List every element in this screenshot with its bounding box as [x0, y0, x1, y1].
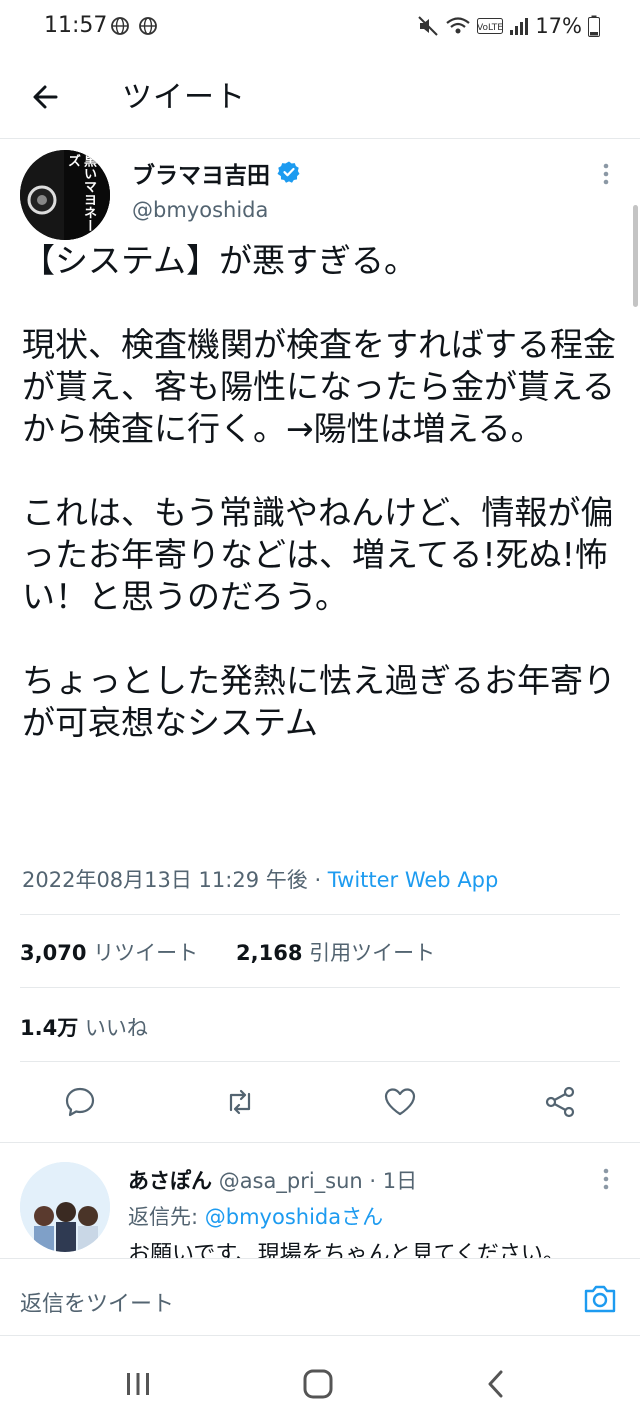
more-vertical-icon[interactable] — [596, 1165, 616, 1193]
verified-badge-icon — [277, 161, 300, 183]
camera-icon[interactable] — [582, 1283, 618, 1315]
retweet-icon[interactable] — [222, 1084, 258, 1120]
divider — [20, 914, 620, 915]
reply-avatar-image — [20, 1162, 110, 1252]
page-title: ツイート — [122, 80, 246, 115]
retweet-stats[interactable]: 3,070 リツイート — [20, 937, 198, 967]
avatar-text: 黒いマヨネーズ — [65, 154, 96, 232]
reply-to-label: 返信先: — [128, 1205, 199, 1229]
svg-text:VoLTE: VoLTE — [477, 23, 503, 33]
author-handle[interactable]: @bmyoshida — [132, 198, 268, 222]
globe-icon — [111, 17, 129, 35]
reply-to-line: 返信先: @bmyoshidaさん — [128, 1201, 383, 1231]
tweet-timestamp[interactable]: 2022年08月13日 11:29 午後 — [22, 868, 308, 892]
reply-author-handle[interactable]: @asa_pri_sun — [219, 1169, 363, 1193]
battery-icon — [588, 15, 600, 37]
back-nav-icon[interactable] — [484, 1369, 508, 1399]
volte-icon: VoLTE — [477, 18, 504, 34]
like-stats[interactable]: 1.4万 いいね — [20, 1012, 148, 1042]
author-name[interactable]: ブラマヨ吉田 — [132, 156, 270, 190]
reply-text: お願いです、現場をちゃんと見てください。 — [128, 1242, 565, 1258]
signal-icon — [510, 18, 529, 35]
reply-time: · 1日 — [369, 1169, 418, 1193]
recent-apps-icon[interactable] — [124, 1371, 152, 1397]
top-bar: ツイート — [0, 54, 640, 139]
wifi-icon — [446, 17, 471, 34]
system-nav-bar — [0, 1345, 640, 1422]
compose-bar: 返信をツイート — [0, 1258, 640, 1336]
more-vertical-icon[interactable] — [596, 160, 616, 188]
battery-percent: 17% — [535, 14, 582, 38]
retweets-count: 3,070 — [20, 941, 87, 965]
mute-icon — [418, 16, 439, 36]
likes-count: 1.4万 — [20, 1016, 79, 1040]
divider — [20, 987, 620, 988]
reply-avatar[interactable] — [20, 1162, 110, 1252]
avatar[interactable]: 黒いマヨネーズ — [20, 150, 110, 240]
like-heart-icon[interactable] — [382, 1084, 418, 1120]
quotes-count: 2,168 — [236, 941, 303, 965]
tweet-text: 【システム】が悪すぎる。 現状、検査機関が検査をすればする程金が貰え、客も陽性に… — [22, 241, 616, 742]
quotes-label: 引用ツイート — [309, 941, 436, 965]
globe-icon — [139, 17, 157, 35]
reply-icon[interactable] — [62, 1084, 98, 1120]
divider — [0, 1142, 640, 1143]
reply-header: あさぽん @asa_pri_sun · 1日 — [128, 1165, 417, 1195]
reply-author-name[interactable]: あさぽん — [128, 1169, 212, 1193]
arrow-left-icon[interactable] — [26, 76, 68, 118]
scrollbar[interactable] — [633, 205, 638, 307]
retweets-label: リツイート — [93, 941, 199, 965]
tweet-source[interactable]: Twitter Web App — [328, 868, 499, 892]
reply-compose-input[interactable]: 返信をツイート — [20, 1286, 174, 1318]
home-icon[interactable] — [302, 1369, 334, 1399]
status-time: 11:57 — [44, 13, 108, 38]
meta-separator: · — [307, 868, 328, 892]
tweet-meta: 2022年08月13日 11:29 午後 · Twitter Web App — [22, 864, 498, 894]
status-icons: VoLTE 17% — [417, 12, 600, 40]
status-bar: 11:57 VoLTE 17% — [0, 0, 640, 54]
reply-to-handle[interactable]: @bmyoshidaさん — [205, 1205, 383, 1229]
share-icon[interactable] — [542, 1084, 578, 1120]
likes-label: いいね — [84, 1016, 148, 1040]
divider — [20, 1061, 620, 1062]
quote-stats[interactable]: 2,168 引用ツイート — [236, 937, 435, 967]
